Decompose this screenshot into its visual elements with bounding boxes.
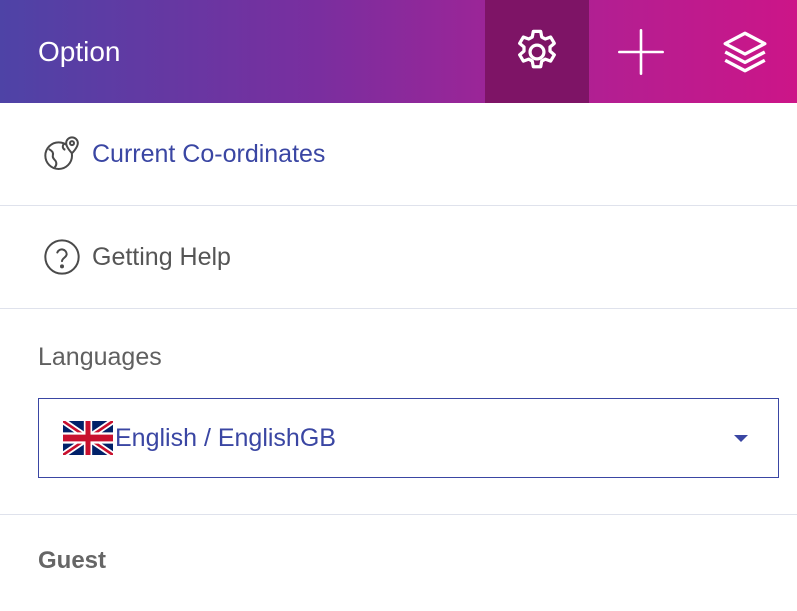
- languages-section: Languages English / EnglishGB: [0, 309, 797, 515]
- help-circle-icon: [42, 237, 82, 277]
- language-select-value: English / EnglishGB: [115, 423, 336, 452]
- gear-icon: [518, 29, 556, 68]
- user-section: Guest: [0, 515, 797, 575]
- layers-button[interactable]: [693, 0, 797, 103]
- page-title: Option: [38, 35, 121, 67]
- menu-item-current-coordinates[interactable]: Current Co-ordinates: [0, 103, 797, 206]
- languages-label: Languages: [38, 343, 162, 371]
- add-button[interactable]: [589, 0, 693, 103]
- chevron-down-icon: [734, 434, 748, 442]
- language-select[interactable]: English / EnglishGB: [38, 398, 779, 478]
- uk-flag-icon: [63, 421, 113, 455]
- menu-item-label: Getting Help: [92, 242, 231, 271]
- plus-icon: [618, 28, 664, 75]
- menu-item-label: Current Co-ordinates: [92, 139, 326, 168]
- user-name: Guest: [38, 547, 107, 574]
- header-bar: Option: [0, 0, 797, 103]
- settings-button[interactable]: [485, 0, 589, 103]
- globe-pin-icon: [42, 134, 82, 174]
- layers-icon: [723, 31, 767, 72]
- menu-item-getting-help[interactable]: Getting Help: [0, 206, 797, 309]
